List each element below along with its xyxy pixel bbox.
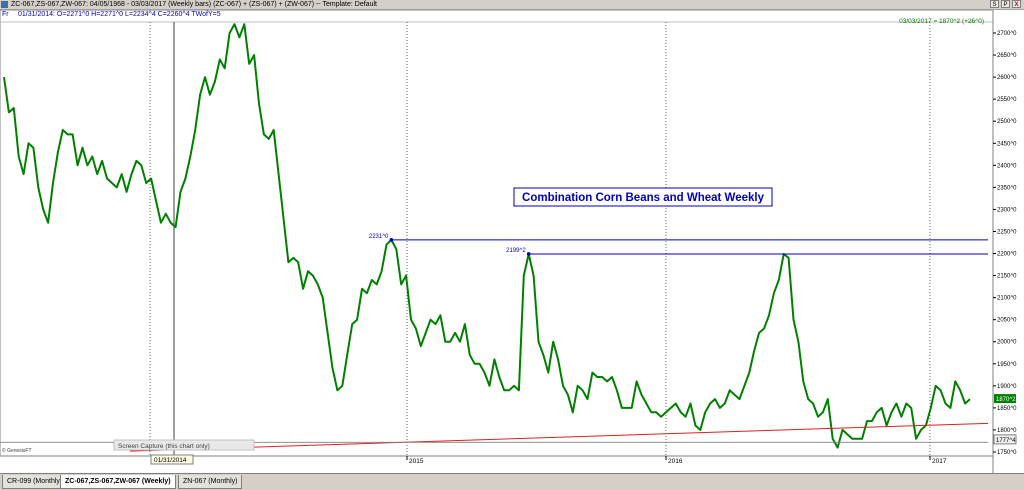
- p-button[interactable]: P: [1001, 0, 1010, 8]
- level-point: [389, 238, 394, 242]
- cursor-date: 01/31/2014: [154, 457, 187, 464]
- copyright-text: © GenesisFT: [2, 447, 32, 454]
- chart-area[interactable]: Fr 01/31/2014: O=2271^0 H=2271^0 L=2234^…: [0, 10, 1024, 473]
- price-series-line: [3, 23, 971, 449]
- tab-zc-zs-zw[interactable]: ZC-067,ZS-067,ZW-067 (Weekly): [60, 475, 176, 489]
- y-tick-label: 1850^0: [997, 406, 1017, 412]
- y-tick-label: 2550^0: [997, 97, 1017, 103]
- y-tick-label: 1900^0: [997, 384, 1017, 390]
- y-tick-label: 2300^0: [997, 207, 1017, 213]
- tab-cr-099[interactable]: CR-099 (Monthly): [2, 475, 68, 489]
- level-point: [526, 252, 531, 256]
- s-button[interactable]: S: [990, 0, 999, 8]
- y-tick-label: 2500^0: [997, 119, 1017, 125]
- y-tick-label: 2650^0: [997, 53, 1017, 59]
- tooltip-text: Screen Capture (this chart only): [118, 443, 210, 450]
- price-chart[interactable]: Fr 01/31/2014: O=2271^0 H=2271^0 L=2234^…: [0, 10, 1024, 473]
- x-axis: 2015 2016 2017: [0, 455, 993, 465]
- y-tick-label: 1750^0: [997, 450, 1017, 456]
- y-tick-label: 2450^0: [997, 141, 1017, 147]
- fr-label: Fr: [2, 11, 9, 18]
- level-label: 2199^2: [506, 248, 526, 254]
- low-value-label: 1777^4: [996, 438, 1016, 444]
- y-axis: 2700^0 2650^0 2600^0 2550^0 2500^0 2450^0 2400…: [992, 10, 1017, 473]
- x-tick-label: 2017: [932, 458, 947, 465]
- level-label: 2231^0: [369, 234, 389, 240]
- y-tick-label: 2400^0: [997, 163, 1017, 169]
- y-tick-label: 1950^0: [997, 362, 1017, 368]
- y-tick-label: 2250^0: [997, 229, 1017, 235]
- tab-bar: CR-099 (Monthly) ZC-067,ZS-067,ZW-067 (W…: [0, 473, 1024, 490]
- y-tick-label: 2050^0: [997, 318, 1017, 324]
- title-bar: ZC-067,ZS-067,ZW-067: 04/05/1968 - 03/03…: [0, 0, 1024, 10]
- trend-line: [129, 422, 989, 452]
- app-icon: [1, 1, 8, 8]
- y-tick-label: 2000^0: [997, 340, 1017, 346]
- y-tick-label: 2700^0: [997, 31, 1017, 37]
- y-tick-label: 2600^0: [997, 75, 1017, 81]
- plot-layer: 2231^0 2199^2: [0, 23, 989, 452]
- last-info: 03/03/2017 = 1870^2 (+26^0): [899, 18, 984, 25]
- bar-info: 01/31/2014: O=2271^0 H=2271^0 L=2234^4 C…: [18, 11, 221, 18]
- plot-frame: [0, 10, 994, 457]
- close-button[interactable]: X: [1012, 0, 1021, 8]
- x-tick-label: 2015: [409, 458, 424, 465]
- y-tick-label: 2150^0: [997, 274, 1017, 280]
- y-tick-label: 1800^0: [997, 428, 1017, 434]
- chart-title: Combination Corn Beans and Wheat Weekly: [522, 192, 765, 204]
- window-title: ZC-067,ZS-067,ZW-067: 04/05/1968 - 03/03…: [11, 1, 377, 8]
- y-tick-label: 2350^0: [997, 185, 1017, 191]
- grid: [0, 10, 994, 457]
- x-tick-label: 2016: [668, 458, 683, 465]
- y-tick-label: 2200^0: [997, 252, 1017, 258]
- y-tick-label: 2100^0: [997, 296, 1017, 302]
- tab-zn-067[interactable]: ZN-067 (Monthly): [178, 475, 243, 489]
- last-value-label: 1870^2: [996, 397, 1016, 403]
